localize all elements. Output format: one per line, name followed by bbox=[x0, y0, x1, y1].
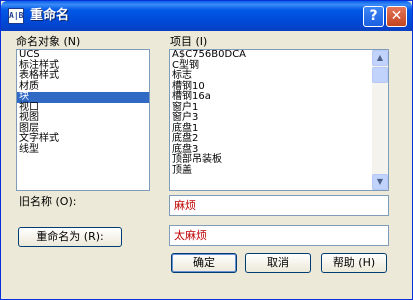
item-entry[interactable]: 窗户1 bbox=[170, 102, 388, 114]
item-entry[interactable]: 顶部吊装板 bbox=[170, 154, 388, 166]
window-title: 重命名 bbox=[30, 8, 70, 23]
named-object-item[interactable]: 线型 bbox=[17, 144, 149, 156]
ok-button[interactable]: 确定 bbox=[171, 253, 237, 273]
items-scrollbar[interactable]: ▲ ▼ bbox=[372, 50, 388, 190]
old-name-label: 旧名称 (O): bbox=[19, 195, 77, 208]
old-name-field[interactable]: 麻烦 bbox=[169, 195, 389, 216]
named-object-item[interactable]: 表格样式 bbox=[17, 70, 149, 82]
items-label: 项目 (I) bbox=[170, 35, 208, 48]
item-entry[interactable]: 底盘1 bbox=[170, 123, 388, 135]
item-entry[interactable]: 标志 bbox=[170, 70, 388, 82]
item-entry[interactable]: C型钢 bbox=[170, 60, 388, 72]
item-entry[interactable]: 底盘2 bbox=[170, 133, 388, 145]
items-list[interactable]: A$C756B0DCA C型钢 标志 槽钢10 槽钢16a 窗户1 窗户3 底盘1 底盘2 底盘3… bbox=[169, 49, 389, 191]
app-icon: A|B bbox=[8, 8, 24, 24]
item-entry[interactable]: 顶盖 bbox=[170, 165, 388, 177]
named-objects-label: 命名对象 (N) bbox=[16, 35, 81, 48]
item-entry[interactable]: A$C756B0DCA bbox=[170, 50, 388, 61]
named-object-item[interactable]: 视图 bbox=[17, 112, 149, 124]
item-entry[interactable]: 窗户3 bbox=[170, 112, 388, 124]
named-object-item[interactable]: 块 bbox=[17, 91, 149, 103]
named-object-item[interactable]: 材质 bbox=[17, 81, 149, 93]
scroll-up-button[interactable]: ▲ bbox=[372, 50, 388, 66]
cancel-button[interactable]: 取消 bbox=[245, 253, 311, 273]
scroll-thumb[interactable] bbox=[372, 67, 388, 83]
new-name-field[interactable]: 太麻烦 bbox=[169, 225, 389, 246]
rename-dialog: A|B 重命名 ? ✕ 命名对象 (N) UCS 标注样式 表格样式 材质块视口 视图图… bbox=[0, 0, 413, 300]
named-object-item[interactable]: 文字样式 bbox=[17, 133, 149, 145]
named-object-item[interactable]: UCS bbox=[17, 50, 149, 61]
close-button[interactable]: ✕ bbox=[386, 6, 407, 27]
scroll-down-button[interactable]: ▼ bbox=[372, 174, 388, 190]
help-title-button[interactable]: ? bbox=[363, 6, 384, 27]
rename-to-button[interactable]: 重命名为 (R): bbox=[18, 227, 122, 247]
named-objects-list[interactable]: UCS 标注样式 表格样式 材质块视口 视图 图层 文字样式 线型 bbox=[16, 49, 150, 191]
item-entry[interactable]: 槽钢16a bbox=[170, 91, 388, 103]
help-button[interactable]: 帮助 (H) bbox=[321, 253, 387, 273]
titlebar: A|B 重命名 ? ✕ bbox=[1, 1, 412, 31]
